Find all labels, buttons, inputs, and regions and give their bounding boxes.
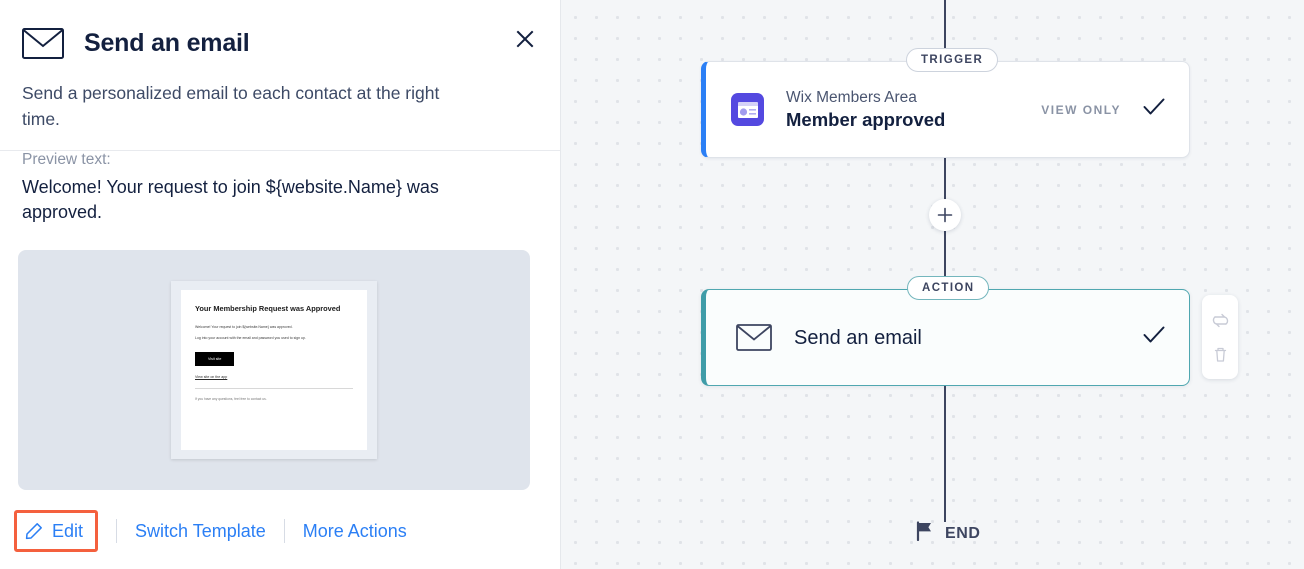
email-footer: If you have any questions, feel free to …	[195, 396, 267, 401]
email-paragraph-2: Log into your account with the email and…	[195, 335, 306, 340]
page-title: Send an email	[84, 29, 250, 57]
check-icon	[1143, 98, 1165, 121]
pencil-icon	[25, 523, 42, 540]
trash-icon[interactable]	[1210, 344, 1230, 364]
edit-button[interactable]: Edit	[21, 521, 87, 542]
panel-title-row: Send an email	[22, 28, 538, 59]
trigger-event-name: Member approved	[786, 108, 946, 130]
flow-canvas[interactable]: Wix Members Area Member approved VIEW ON…	[561, 0, 1304, 569]
switch-template-button[interactable]: Switch Template	[135, 521, 266, 542]
close-button[interactable]	[510, 24, 540, 54]
email-preview-content: Your Membership Request was Approved Wel…	[181, 290, 367, 450]
flow-end-label: END	[945, 524, 981, 542]
action-details-panel: Send an email Send a personalized email …	[0, 0, 561, 569]
email-paragraph-1: Welcome! Your request to join ${website.…	[195, 324, 293, 329]
email-preview-card: Your Membership Request was Approved Wel…	[171, 281, 377, 459]
trigger-pill: TRIGGER	[906, 48, 999, 72]
plus-icon	[937, 207, 953, 223]
preview-text-value: Welcome! Your request to join ${website.…	[22, 177, 439, 222]
panel-header: Send an email	[22, 28, 538, 59]
panel-description: Send a personalized email to each contac…	[22, 83, 440, 129]
email-cta-button: Visit site	[195, 351, 235, 366]
more-actions-button[interactable]: More Actions	[303, 521, 407, 542]
check-icon	[1143, 326, 1165, 349]
trigger-text-block: Wix Members Area Member approved	[786, 88, 945, 132]
envelope-icon	[22, 28, 64, 59]
swap-icon[interactable]	[1210, 310, 1230, 330]
automation-editor: Send an email Send a personalized email …	[0, 0, 1304, 569]
flow-connector-action-to-end	[944, 386, 946, 522]
panel-footer-actions: Edit Switch Template More Actions	[14, 510, 407, 552]
flow-end: END	[916, 521, 981, 546]
add-step-button[interactable]	[929, 199, 961, 231]
action-title: Send an email	[794, 326, 922, 349]
wix-members-icon	[731, 93, 764, 126]
envelope-icon	[736, 324, 772, 351]
flag-icon	[916, 521, 934, 546]
email-divider	[195, 387, 353, 389]
node-toolbar	[1202, 295, 1238, 379]
trigger-node[interactable]: Wix Members Area Member approved VIEW ON…	[701, 61, 1190, 158]
action-pill: ACTION	[907, 276, 990, 300]
status-badge: VIEW ONLY	[1041, 102, 1121, 117]
edit-button-highlight[interactable]: Edit	[14, 510, 99, 552]
trigger-app-name: Wix Members Area	[786, 88, 917, 106]
email-preview-container[interactable]: Your Membership Request was Approved Wel…	[18, 250, 530, 490]
email-heading: Your Membership Request was Approved	[195, 304, 341, 313]
footer-separator-2	[283, 519, 285, 543]
preview-text-label: Preview text:	[22, 151, 111, 168]
footer-separator-1	[116, 519, 118, 543]
action-node[interactable]: Send an email	[701, 289, 1190, 386]
close-icon	[516, 30, 534, 48]
edit-button-label: Edit	[52, 520, 84, 541]
email-app-link: View site on the app	[195, 374, 228, 379]
flow-connector-trigger-to-plus	[944, 158, 946, 200]
